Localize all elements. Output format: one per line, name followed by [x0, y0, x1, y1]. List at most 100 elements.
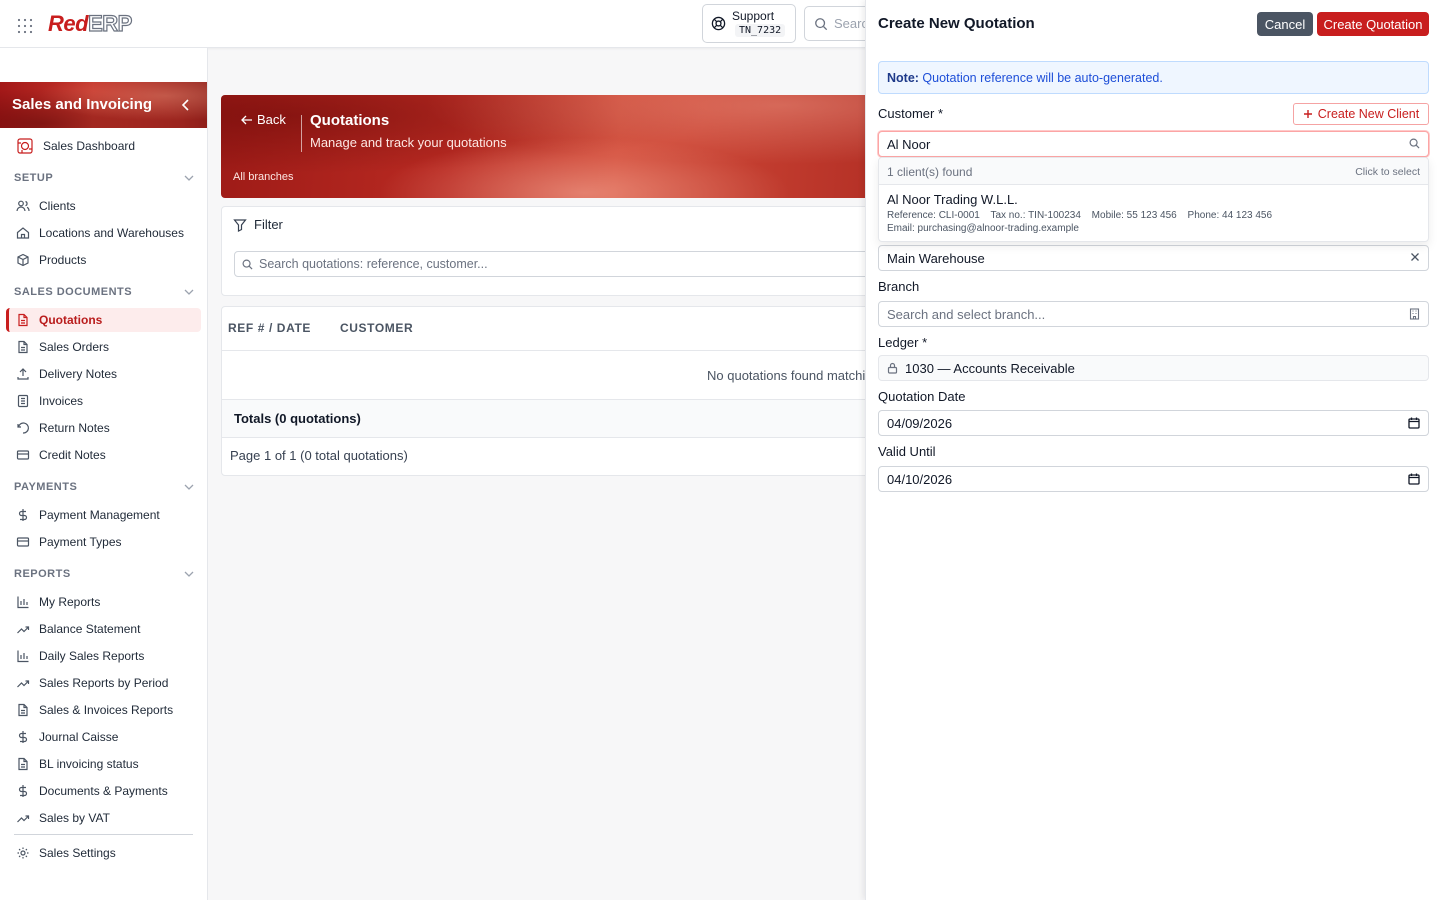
- trending-up-icon: [16, 622, 30, 636]
- section-setup[interactable]: SETUP: [14, 170, 194, 186]
- customer-results-dropdown: 1 client(s) found Click to select Al Noo…: [878, 157, 1429, 242]
- note-bold: Note:: [887, 71, 919, 85]
- filter-label: Filter: [254, 217, 283, 232]
- calendar-icon[interactable]: [1408, 417, 1420, 429]
- section-sales-documents-label: SALES DOCUMENTS: [14, 286, 133, 298]
- warehouse-select[interactable]: Main Warehouse: [878, 245, 1429, 271]
- sidebar-item-products[interactable]: Products: [6, 248, 201, 272]
- warehouse-value: Main Warehouse: [887, 251, 985, 266]
- sidebar-item-sales-dashboard[interactable]: Sales Dashboard: [6, 134, 201, 158]
- sidebar-item-journal-caisse[interactable]: Journal Caisse: [6, 725, 201, 749]
- sidebar-item-locations[interactable]: Locations and Warehouses: [6, 221, 201, 245]
- chevron-down-icon: [184, 484, 194, 490]
- client-phone: Phone: 44 123 456: [1187, 210, 1273, 221]
- document-icon: [16, 757, 30, 771]
- sidebar-item-sales-settings[interactable]: Sales Settings: [6, 841, 201, 865]
- sidebar-item-label: Sales Reports by Period: [39, 676, 169, 690]
- cancel-button[interactable]: Cancel: [1257, 12, 1313, 36]
- column-header-ref-date[interactable]: REF # / DATE: [228, 321, 311, 335]
- page-title: Quotations: [310, 112, 390, 129]
- customer-search-value: Al Noor: [887, 137, 931, 152]
- sidebar-item-label: Clients: [39, 199, 76, 213]
- close-icon[interactable]: [1410, 252, 1420, 262]
- quotation-date-label: Quotation Date: [878, 389, 966, 404]
- results-count: 1 client(s) found: [887, 165, 973, 179]
- sidebar-item-label: BL invoicing status: [39, 757, 139, 771]
- sidebar-item-label: Quotations: [39, 313, 103, 327]
- sidebar-item-invoices[interactable]: Invoices: [6, 389, 201, 413]
- sidebar-item-clients[interactable]: Clients: [6, 194, 201, 218]
- dollar-icon: [16, 730, 30, 744]
- credit-card-icon: [16, 535, 30, 549]
- client-option-name: Al Noor Trading W.L.L.: [887, 192, 1018, 207]
- sidebar-item-credit-notes[interactable]: Credit Notes: [6, 443, 201, 467]
- client-option-meta: Reference: CLI-0001 Tax no.: TIN-100234 …: [887, 210, 1280, 221]
- sidebar-item-my-reports[interactable]: My Reports: [6, 590, 201, 614]
- support-button[interactable]: Support TN_7232: [702, 4, 796, 43]
- apps-grid-icon[interactable]: [17, 18, 33, 34]
- sidebar-item-documents-payments[interactable]: Documents & Payments: [6, 779, 201, 803]
- document-icon: [16, 703, 30, 717]
- calendar-icon[interactable]: [1408, 473, 1420, 485]
- branch-search-input[interactable]: Search and select branch...: [878, 301, 1429, 327]
- search-icon: [1409, 138, 1420, 149]
- table-divider: [222, 350, 882, 351]
- app-logo[interactable]: Red ERP: [48, 10, 133, 37]
- sidebar-item-bl-invoicing-status[interactable]: BL invoicing status: [6, 752, 201, 776]
- bar-chart-icon: [16, 595, 30, 609]
- filter-toggle[interactable]: Filter: [233, 217, 283, 232]
- section-sales-documents[interactable]: SALES DOCUMENTS: [14, 284, 194, 300]
- sidebar-item-sales-reports-by-period[interactable]: Sales Reports by Period: [6, 671, 201, 695]
- chevron-left-icon[interactable]: [181, 99, 191, 111]
- section-reports[interactable]: REPORTS: [14, 566, 194, 582]
- sidebar-item-label: Credit Notes: [39, 448, 106, 462]
- sidebar-item-return-notes[interactable]: Return Notes: [6, 416, 201, 440]
- sidebar-item-delivery-notes[interactable]: Delivery Notes: [6, 362, 201, 386]
- sidebar-item-label: Payment Management: [39, 508, 160, 522]
- global-search-placeholder: Searc: [834, 16, 868, 31]
- sidebar-item-sales-by-vat[interactable]: Sales by VAT: [6, 806, 201, 830]
- customer-search-input[interactable]: Al Noor: [878, 131, 1429, 157]
- rotate-ccw-icon: [16, 421, 30, 435]
- sidebar-item-label: My Reports: [39, 595, 101, 609]
- quotations-table: REF # / DATE CUSTOMER No quotations foun…: [221, 306, 882, 476]
- sidebar-item-label: Return Notes: [39, 421, 110, 435]
- dollar-icon: [16, 784, 30, 798]
- page-subtitle: Manage and track your quotations: [310, 135, 507, 150]
- section-payments[interactable]: PAYMENTS: [14, 479, 194, 495]
- search-icon: [814, 17, 828, 31]
- sidebar-divider: [14, 834, 193, 835]
- branch-label: Branch: [878, 279, 920, 294]
- ledger-field: 1030 — Accounts Receivable: [878, 355, 1429, 381]
- create-new-client-button[interactable]: Create New Client: [1293, 103, 1429, 125]
- sidebar-item-label: Documents & Payments: [39, 784, 168, 798]
- page-banner: Back Quotations Manage and track your qu…: [221, 95, 881, 198]
- sidebar-item-balance-statement[interactable]: Balance Statement: [6, 617, 201, 641]
- totals-row: Totals (0 quotations): [222, 400, 882, 437]
- document-icon: [16, 313, 30, 327]
- banner-separator: [301, 115, 302, 152]
- sidebar-item-label: Sales by VAT: [39, 811, 110, 825]
- sidebar-item-payment-types[interactable]: Payment Types: [6, 530, 201, 554]
- results-header: 1 client(s) found Click to select: [879, 158, 1428, 185]
- sidebar-item-quotations[interactable]: Quotations: [6, 308, 201, 332]
- sidebar-item-label: Journal Caisse: [39, 730, 119, 744]
- sidebar-item-sales-invoices-reports[interactable]: Sales & Invoices Reports: [6, 698, 201, 722]
- sidebar-item-payment-management[interactable]: Payment Management: [6, 503, 201, 527]
- quotation-date-input[interactable]: 04/09/2026: [878, 410, 1429, 436]
- column-header-customer[interactable]: CUSTOMER: [340, 321, 413, 335]
- sidebar: Sales and Invoicing Sales Dashboard SETU…: [0, 48, 208, 900]
- valid-until-input[interactable]: 04/10/2026: [878, 466, 1429, 492]
- sidebar-header: Sales and Invoicing: [0, 82, 207, 128]
- quotation-search-input[interactable]: Search quotations: reference, customer..…: [234, 251, 894, 277]
- back-button[interactable]: Back: [241, 112, 286, 127]
- home-icon: [16, 226, 30, 240]
- sidebar-item-daily-sales-reports[interactable]: Daily Sales Reports: [6, 644, 201, 668]
- sidebar-item-label: Payment Types: [39, 535, 122, 549]
- drawer-title: Create New Quotation: [878, 15, 1035, 32]
- create-quotation-button[interactable]: Create Quotation: [1317, 12, 1429, 36]
- valid-until-label: Valid Until: [878, 444, 936, 459]
- chevron-down-icon: [184, 175, 194, 181]
- sidebar-item-sales-orders[interactable]: Sales Orders: [6, 335, 201, 359]
- dollar-icon: [16, 508, 30, 522]
